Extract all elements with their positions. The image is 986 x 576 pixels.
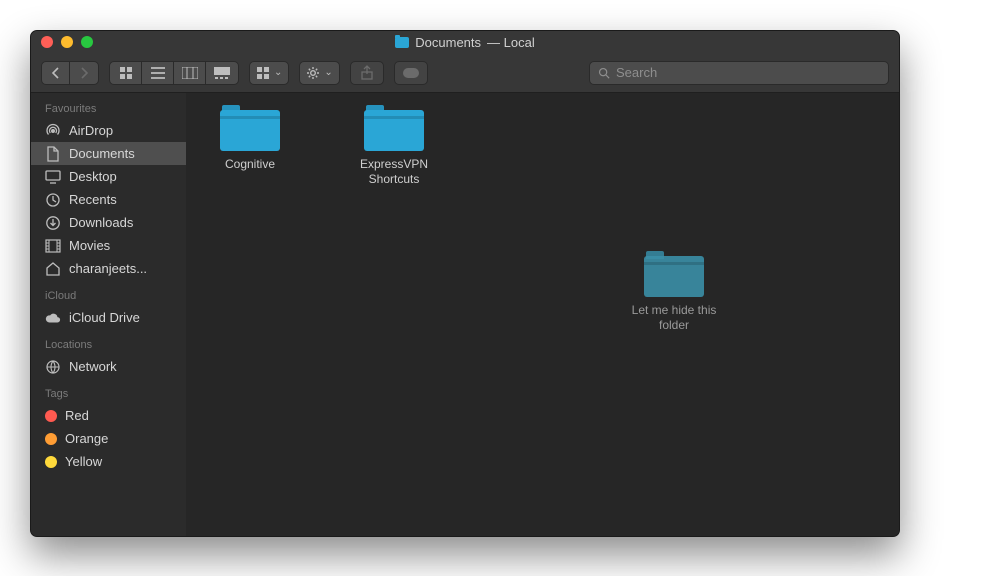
gear-icon xyxy=(306,66,320,80)
sidebar-item-label: Movies xyxy=(69,238,110,253)
sidebar-item-red[interactable]: Red xyxy=(31,404,186,427)
sidebar-heading: iCloud xyxy=(31,286,186,306)
traffic-lights xyxy=(41,36,93,48)
sidebar-item-charanjeets-[interactable]: charanjeets... xyxy=(31,257,186,280)
body: Favourites AirDrop Documents Desktop Recents… xyxy=(31,93,899,536)
fullscreen-button[interactable] xyxy=(81,36,93,48)
title-suffix: — Local xyxy=(487,35,535,50)
sidebar-item-label: Downloads xyxy=(69,215,133,230)
sidebar: Favourites AirDrop Documents Desktop Recents… xyxy=(31,93,186,536)
chevron-right-icon xyxy=(80,67,89,79)
airdrop-icon xyxy=(45,124,61,138)
search-field[interactable]: Search xyxy=(589,61,889,85)
tags-button[interactable] xyxy=(394,61,428,85)
forward-button[interactable] xyxy=(70,62,98,84)
sidebar-item-label: charanjeets... xyxy=(69,261,147,276)
sidebar-item-downloads[interactable]: Downloads xyxy=(31,211,186,234)
group-by-button[interactable]: ⌄ xyxy=(249,61,289,85)
sidebar-item-label: Documents xyxy=(69,146,135,161)
sidebar-section: Tags Red Orange Yellow xyxy=(31,384,186,473)
titlebar[interactable]: Documents — Local xyxy=(31,31,899,53)
file-item[interactable]: ExpressVPN Shortcuts xyxy=(346,107,442,187)
cloud-icon xyxy=(45,311,61,325)
home-icon xyxy=(45,262,61,276)
tag-pill-icon xyxy=(402,67,420,79)
sidebar-item-label: Network xyxy=(69,359,117,374)
share-button[interactable] xyxy=(350,61,384,85)
sidebar-section: Favourites AirDrop Documents Desktop Recents… xyxy=(31,99,186,280)
sidebar-section: iCloud iCloud Drive xyxy=(31,286,186,329)
close-button[interactable] xyxy=(41,36,53,48)
sidebar-item-label: Red xyxy=(65,408,89,423)
sidebar-item-label: Desktop xyxy=(69,169,117,184)
window-title: Documents — Local xyxy=(395,35,534,50)
sidebar-section: Locations Network xyxy=(31,335,186,378)
doc-icon xyxy=(45,147,61,161)
list-icon xyxy=(151,67,165,79)
network-icon xyxy=(45,360,61,374)
sidebar-item-label: AirDrop xyxy=(69,123,113,138)
sidebar-item-movies[interactable]: Movies xyxy=(31,234,186,257)
view-gallery-button[interactable] xyxy=(206,62,238,84)
search-icon xyxy=(598,67,610,79)
view-list-button[interactable] xyxy=(142,62,174,84)
sidebar-item-recents[interactable]: Recents xyxy=(31,188,186,211)
sidebar-item-desktop[interactable]: Desktop xyxy=(31,165,186,188)
folder-icon xyxy=(395,37,409,48)
floating-drag-item[interactable]: Let me hide this folder xyxy=(626,253,722,333)
folder-icon xyxy=(220,107,280,151)
file-label: Cognitive xyxy=(225,157,275,172)
sidebar-heading: Favourites xyxy=(31,99,186,119)
desktop-icon xyxy=(45,170,61,184)
columns-icon xyxy=(182,67,198,79)
sidebar-item-documents[interactable]: Documents xyxy=(31,142,186,165)
title-folder-name: Documents xyxy=(415,35,481,50)
grid-icon xyxy=(256,66,270,80)
sidebar-item-airdrop[interactable]: AirDrop xyxy=(31,119,186,142)
recents-icon xyxy=(45,193,61,207)
sidebar-item-label: Orange xyxy=(65,431,108,446)
tag-dot-icon xyxy=(45,456,57,468)
action-button[interactable]: ⌄ xyxy=(299,61,339,85)
file-label: Let me hide this folder xyxy=(626,303,722,333)
sidebar-item-yellow[interactable]: Yellow xyxy=(31,450,186,473)
search-placeholder: Search xyxy=(616,65,657,80)
back-button[interactable] xyxy=(42,62,70,84)
file-grid: Cognitive ExpressVPN Shortcuts xyxy=(202,107,883,187)
chevron-down-icon: ⌄ xyxy=(324,67,332,78)
folder-icon xyxy=(644,253,704,297)
content-area[interactable]: Cognitive ExpressVPN Shortcuts Let me hid… xyxy=(186,93,899,536)
sidebar-heading: Tags xyxy=(31,384,186,404)
gallery-icon xyxy=(214,67,230,79)
tag-dot-icon xyxy=(45,433,57,445)
minimize-button[interactable] xyxy=(61,36,73,48)
view-column-button[interactable] xyxy=(174,62,206,84)
sidebar-item-icloud-drive[interactable]: iCloud Drive xyxy=(31,306,186,329)
downloads-icon xyxy=(45,216,61,230)
sidebar-item-label: iCloud Drive xyxy=(69,310,140,325)
sidebar-item-label: Yellow xyxy=(65,454,102,469)
file-item[interactable]: Cognitive xyxy=(202,107,298,187)
view-icon-button[interactable] xyxy=(110,62,142,84)
movies-icon xyxy=(45,239,61,253)
folder-icon xyxy=(364,107,424,151)
file-label: ExpressVPN Shortcuts xyxy=(346,157,442,187)
sidebar-item-label: Recents xyxy=(69,192,117,207)
grid-icon xyxy=(119,66,133,80)
sidebar-heading: Locations xyxy=(31,335,186,355)
chevron-down-icon: ⌄ xyxy=(274,67,282,78)
sidebar-item-network[interactable]: Network xyxy=(31,355,186,378)
share-icon xyxy=(360,65,374,81)
chevron-left-icon xyxy=(51,67,60,79)
sidebar-item-orange[interactable]: Orange xyxy=(31,427,186,450)
nav-group xyxy=(41,61,99,85)
finder-window: Documents — Local xyxy=(30,30,900,537)
view-mode-group xyxy=(109,61,239,85)
toolbar: ⌄ ⌄ Search xyxy=(31,53,899,93)
tag-dot-icon xyxy=(45,410,57,422)
